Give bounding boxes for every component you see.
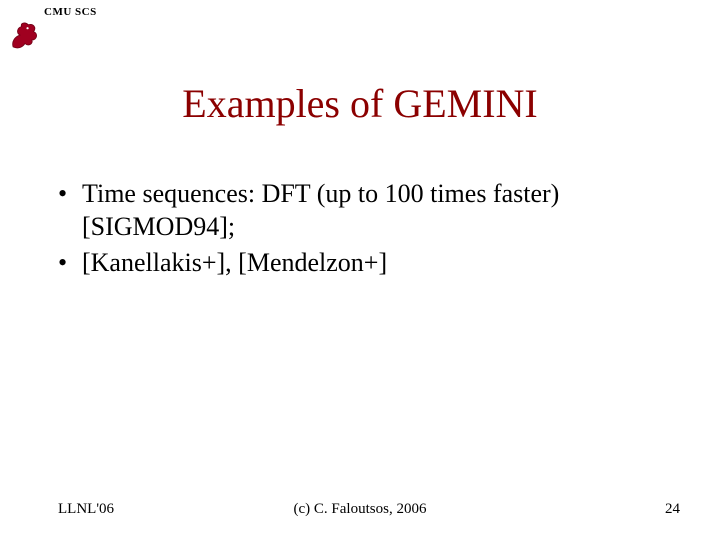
- cmu-dragon-logo: [8, 18, 42, 52]
- slide-title: Examples of GEMINI: [0, 80, 720, 127]
- list-item: • [Kanellakis+], [Mendelzon+]: [58, 247, 670, 280]
- list-item: • Time sequences: DFT (up to 100 times f…: [58, 178, 670, 243]
- bullet-list: • Time sequences: DFT (up to 100 times f…: [58, 178, 670, 284]
- bullet-text: Time sequences: DFT (up to 100 times fas…: [82, 178, 670, 243]
- header: CMU SCS: [44, 6, 97, 18]
- bullet-dot-icon: •: [58, 247, 82, 280]
- footer-center: (c) C. Faloutsos, 2006: [0, 501, 720, 518]
- bullet-text: [Kanellakis+], [Mendelzon+]: [82, 247, 387, 280]
- org-label: CMU SCS: [44, 6, 97, 18]
- slide-number: 24: [665, 501, 680, 518]
- bullet-dot-icon: •: [58, 178, 82, 243]
